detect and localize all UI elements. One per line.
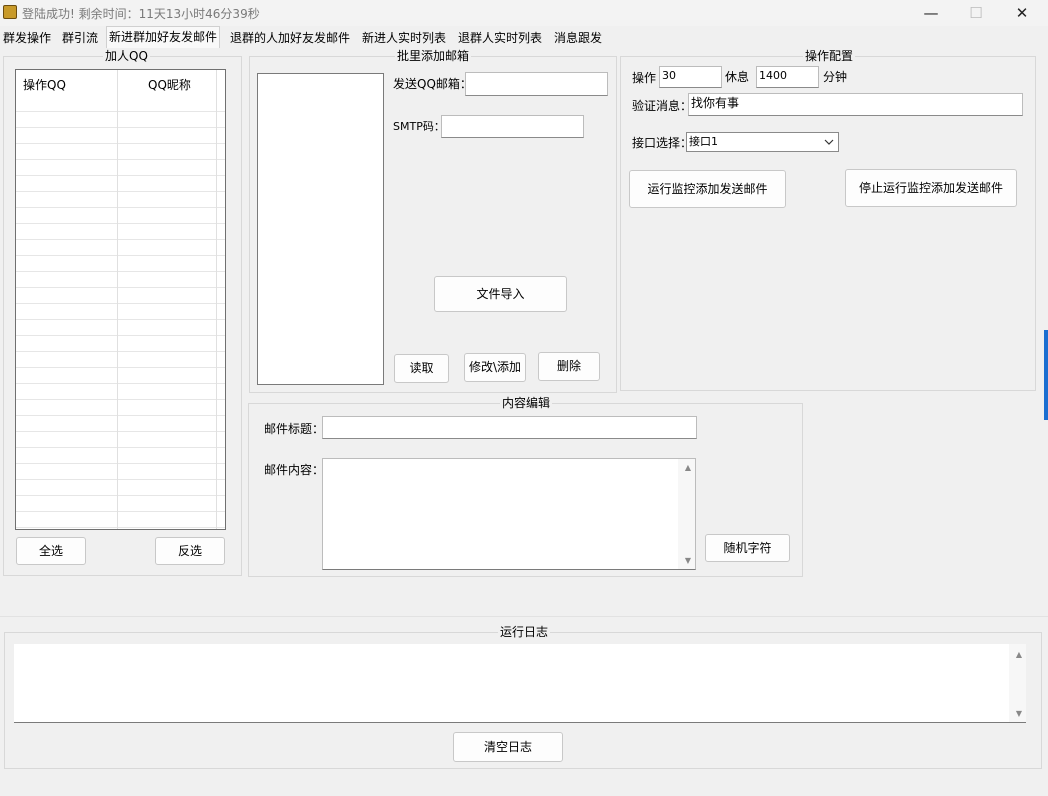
- tab-group-send[interactable]: 群发操作: [1, 28, 53, 48]
- scroll-up-icon[interactable]: ▲: [685, 463, 691, 472]
- tab-message-follow[interactable]: 消息跟发: [552, 28, 604, 48]
- sender-email-label: 发送QQ邮箱：: [393, 77, 472, 91]
- api-select-value: 接口1: [689, 135, 718, 148]
- sender-email-input[interactable]: [465, 72, 608, 96]
- close-button[interactable]: ✕: [999, 0, 1045, 26]
- select-all-button[interactable]: 全选: [16, 537, 86, 565]
- app-icon: [3, 5, 17, 19]
- column-divider: [117, 70, 118, 529]
- verify-message-input[interactable]: 找你有事: [688, 93, 1023, 116]
- smtp-label: SMTP码：: [393, 120, 445, 133]
- maximize-button[interactable]: ☐: [953, 0, 999, 26]
- window-title: 登陆成功! 剩余时间：11天13小时46分39秒: [22, 7, 260, 21]
- invert-select-button[interactable]: 反选: [155, 537, 225, 565]
- scroll-down-icon[interactable]: ▼: [1016, 709, 1022, 718]
- modify-add-button[interactable]: 修改\添加: [464, 353, 526, 382]
- mail-subject-label: 邮件标题：: [264, 422, 325, 436]
- smtp-input[interactable]: [441, 115, 584, 138]
- delete-button[interactable]: 删除: [538, 352, 600, 381]
- divider: [0, 616, 1048, 617]
- run-log-textarea[interactable]: ▲ ▼: [14, 644, 1026, 723]
- column-header-op-qq[interactable]: 操作QQ: [23, 76, 66, 93]
- qq-table[interactable]: 操作QQ QQ昵称: [15, 69, 226, 530]
- minimize-button[interactable]: —: [908, 0, 954, 26]
- scroll-down-icon[interactable]: ▼: [685, 556, 691, 565]
- table-rows: [16, 70, 225, 529]
- tab-new-join-email[interactable]: 新进群加好友发邮件: [106, 26, 221, 48]
- rest-label: 休息: [725, 70, 750, 84]
- scroll-up-icon[interactable]: ▲: [1016, 650, 1022, 659]
- random-chars-button[interactable]: 随机字符: [705, 534, 790, 562]
- tab-leave-realtime[interactable]: 退群人实时列表: [456, 28, 544, 48]
- tab-leave-email[interactable]: 退群的人加好友发邮件: [228, 28, 352, 48]
- read-button[interactable]: 读取: [394, 354, 449, 383]
- verify-message-label: 验证消息：: [632, 99, 693, 113]
- mail-body-label: 邮件内容：: [264, 463, 325, 477]
- operate-label: 操作: [632, 71, 657, 85]
- mail-subject-input[interactable]: [322, 416, 697, 439]
- batch-email-title: 批里添加邮箱: [395, 49, 472, 63]
- tab-group-traffic[interactable]: 群引流: [60, 28, 100, 48]
- content-edit-title: 内容编辑: [500, 396, 553, 410]
- external-window-edge: [1044, 330, 1048, 420]
- run-monitor-button[interactable]: 运行监控添加发送邮件: [629, 170, 786, 208]
- email-list[interactable]: [257, 73, 384, 385]
- file-import-button[interactable]: 文件导入: [434, 276, 567, 312]
- add-qq-title: 加人QQ: [103, 49, 150, 63]
- rest-minutes-input[interactable]: 1400: [756, 66, 819, 88]
- api-select-label: 接口选择：: [632, 136, 693, 150]
- column-divider: [216, 70, 217, 529]
- chevron-down-icon: [824, 139, 834, 145]
- clear-log-button[interactable]: 清空日志: [453, 732, 563, 762]
- mail-body-textarea[interactable]: ▲ ▼: [322, 458, 696, 570]
- tab-new-realtime[interactable]: 新进人实时列表: [360, 28, 448, 48]
- scrollbar[interactable]: [678, 459, 695, 569]
- column-header-nickname[interactable]: QQ昵称: [148, 76, 191, 93]
- api-select[interactable]: 接口1: [686, 132, 839, 152]
- operate-count-input[interactable]: 30: [659, 66, 722, 88]
- config-title: 操作配置: [803, 49, 856, 63]
- run-log-title: 运行日志: [498, 625, 551, 639]
- minute-label: 分钟: [823, 70, 848, 84]
- stop-monitor-button[interactable]: 停止运行监控添加发送邮件: [845, 169, 1017, 207]
